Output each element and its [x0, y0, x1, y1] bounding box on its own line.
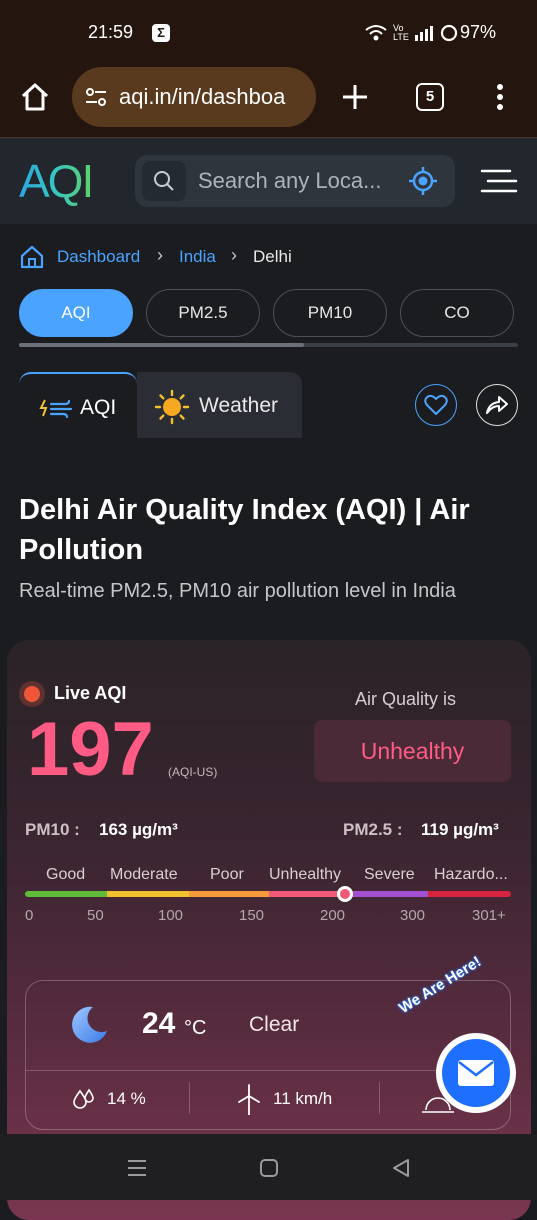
- breadcrumb-chevron-icon: ›: [231, 245, 237, 265]
- humidity-icon: [73, 1088, 94, 1109]
- scale-segment-moderate: [107, 891, 189, 897]
- volte-icon: Vo LTE: [393, 23, 409, 42]
- notification-sigma-icon: Σ: [152, 24, 170, 42]
- battery-ring-icon: [440, 24, 458, 42]
- share-button[interactable]: [476, 384, 518, 426]
- search-button[interactable]: [142, 161, 186, 201]
- view-tab-weather-label: Weather: [199, 394, 278, 417]
- home-nav-icon[interactable]: [258, 1157, 280, 1179]
- tabs-scroll-thumb[interactable]: [19, 343, 304, 347]
- pm10-label: PM10 :: [25, 820, 80, 839]
- sun-icon: [154, 389, 190, 425]
- weather-divider: [189, 1082, 190, 1114]
- page-title-line2: Pollution: [19, 534, 144, 566]
- favorite-button[interactable]: [415, 384, 457, 426]
- temperature-value: 24: [142, 1007, 176, 1040]
- pollutant-tab-pm10[interactable]: PM10: [273, 289, 387, 337]
- system-navigation-bar: [0, 1134, 537, 1200]
- search-icon: [154, 171, 174, 191]
- scale-label-hazardous: Hazardo...: [434, 866, 508, 883]
- scale-number: 150: [239, 907, 265, 924]
- air-quality-label: Air Quality is: [355, 689, 457, 709]
- site-settings-icon[interactable]: [84, 85, 108, 109]
- mail-icon: [458, 1060, 494, 1086]
- scale-number: 301+: [472, 907, 506, 924]
- heart-icon: [424, 394, 448, 415]
- scale-number: 200: [320, 907, 346, 924]
- aqi-value: 197: [27, 707, 154, 792]
- url-text[interactable]: aqi.in/in/dashboa: [119, 84, 311, 110]
- scale-number: 100: [158, 907, 184, 924]
- breadcrumb-india-link[interactable]: India: [179, 247, 216, 267]
- breadcrumb-dashboard-link[interactable]: Dashboard: [57, 247, 140, 267]
- scale-number: 0: [25, 907, 34, 924]
- view-tab-aqi[interactable]: AQI: [19, 372, 137, 438]
- weather-divider: [379, 1082, 380, 1114]
- recent-apps-icon[interactable]: [126, 1158, 148, 1178]
- contact-mail-button[interactable]: [436, 1033, 516, 1113]
- pm25-label: PM2.5 :: [343, 820, 403, 839]
- new-tab-icon[interactable]: [340, 82, 370, 112]
- scale-label-unhealthy: Unhealthy: [269, 866, 342, 883]
- battery-percent: 97%: [460, 22, 497, 42]
- wifi-icon: [365, 25, 387, 41]
- breadcrumb-home-icon[interactable]: [19, 244, 45, 270]
- status-bar: 21:59 Σ Vo LTE 97%: [0, 0, 537, 66]
- live-indicator: [19, 681, 45, 707]
- humidity-value: 14 %: [107, 1089, 146, 1108]
- scale-segment-hazardous: [428, 891, 511, 897]
- scale-segment-poor: [189, 891, 269, 897]
- status-time: 21:59: [88, 22, 134, 42]
- aqi-logo[interactable]: AQI: [19, 155, 94, 207]
- scale-number: 50: [87, 907, 104, 924]
- more-menu-icon[interactable]: [490, 82, 510, 112]
- page-title: Delhi Air Quality Index (AQI) | Air Poll…: [19, 490, 529, 570]
- live-aqi-label: Live AQI: [54, 683, 127, 703]
- locate-me-icon[interactable]: [408, 166, 438, 196]
- view-tab-weather[interactable]: Weather: [137, 372, 302, 438]
- pollutant-tab-pm25[interactable]: PM2.5: [146, 289, 260, 337]
- pollutant-tab-aqi[interactable]: AQI: [19, 289, 133, 337]
- breadcrumb-chevron-icon: ›: [157, 245, 163, 265]
- scale-label-moderate: Moderate: [110, 866, 178, 883]
- wind-bolt-icon: [39, 399, 73, 418]
- weather-condition: Clear: [249, 1013, 300, 1036]
- breadcrumb-current: Delhi: [253, 247, 292, 266]
- share-arrow-icon: [486, 396, 508, 414]
- view-tab-aqi-label: AQI: [80, 396, 117, 419]
- pollutant-tab-co[interactable]: CO: [400, 289, 514, 337]
- home-icon[interactable]: [19, 81, 51, 113]
- scale-label-poor: Poor: [210, 866, 244, 883]
- search-input[interactable]: Search any Loca...: [198, 168, 381, 194]
- wind-turbine-icon: [238, 1084, 260, 1115]
- air-quality-status-badge: Unhealthy: [314, 720, 511, 782]
- pm10-value: 163 µg/m³: [99, 820, 178, 839]
- scale-label-good: Good: [46, 866, 86, 883]
- back-nav-icon[interactable]: [390, 1157, 412, 1179]
- scale-segment-severe: [353, 891, 428, 897]
- scale-label-severe: Severe: [364, 866, 415, 883]
- scale-segment-good: [25, 891, 107, 897]
- scale-number: 300: [400, 907, 426, 924]
- scale-marker: [337, 886, 353, 902]
- temperature-unit: °C: [184, 1017, 207, 1039]
- signal-icon: [415, 26, 433, 41]
- hamburger-menu-icon[interactable]: [480, 166, 518, 196]
- page-subtitle: Real-time PM2.5, PM10 air pollution leve…: [19, 580, 456, 602]
- pm25-value: 119 µg/m³: [421, 820, 499, 839]
- moon-icon: [72, 1006, 107, 1043]
- aqi-unit: (AQI-US): [168, 765, 218, 779]
- tab-switcher-button[interactable]: 5: [416, 83, 444, 111]
- wind-speed-value: 11 km/h: [273, 1089, 333, 1108]
- page-title-line1: Delhi Air Quality Index (AQI) | Air: [19, 494, 470, 526]
